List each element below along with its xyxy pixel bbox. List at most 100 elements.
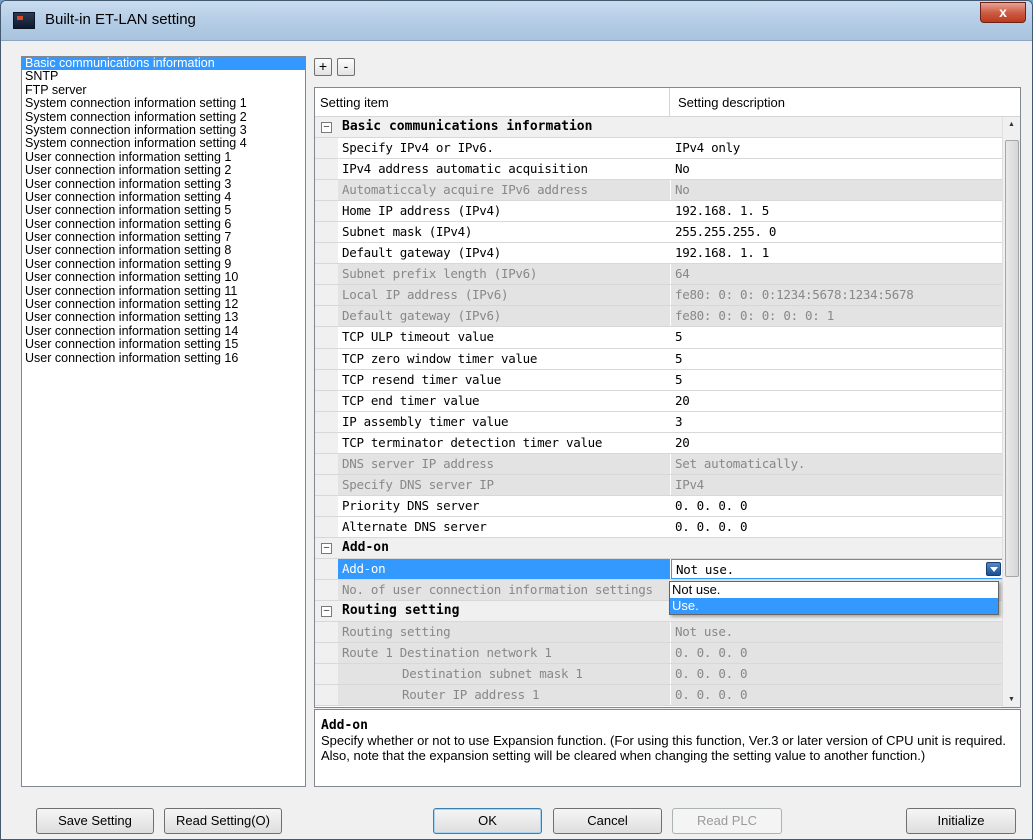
tree-item[interactable]: User connection information setting 3 xyxy=(22,178,305,191)
setting-row[interactable]: Default gateway (IPv6) fe80: 0: 0: 0: 0: … xyxy=(315,306,1004,328)
setting-value[interactable]: 5 xyxy=(671,327,1004,347)
setting-value[interactable]: 192.168. 1. 1 xyxy=(671,243,1004,263)
tree-item[interactable]: System connection information setting 3 xyxy=(22,124,305,137)
setting-value[interactable]: 20 xyxy=(671,433,1004,453)
setting-name: DNS server IP address xyxy=(338,453,670,474)
setting-row[interactable]: Router IP address 1 0. 0. 0. 0 xyxy=(315,685,1004,707)
tree-item[interactable]: Basic communications information xyxy=(22,57,305,71)
setting-row[interactable]: Default gateway (IPv4) 192.168. 1. 1 xyxy=(315,243,1004,265)
setting-name: TCP zero window timer value xyxy=(342,350,538,366)
setting-name: Add-on xyxy=(338,558,670,579)
row-gutter xyxy=(315,495,338,516)
category-row[interactable]: − Basic communications information xyxy=(315,117,1004,139)
collapse-all-button[interactable]: - xyxy=(337,58,355,76)
tree-item[interactable]: FTP server xyxy=(22,84,305,97)
setting-name: Default gateway (IPv6) xyxy=(338,306,670,327)
setting-value[interactable]: 5 xyxy=(671,370,1004,390)
setting-row[interactable]: Specify DNS server IP IPv4 xyxy=(315,474,1004,496)
collapse-toggle-icon[interactable]: − xyxy=(321,542,332,554)
tree-item[interactable]: User connection information setting 11 xyxy=(22,285,305,298)
dropdown-arrow-icon[interactable] xyxy=(986,561,1001,576)
row-gutter xyxy=(315,285,338,306)
setting-row[interactable]: IP assembly timer value 3 xyxy=(315,411,1004,433)
scroll-down-arrow-icon[interactable]: ▼ xyxy=(1008,696,1015,703)
setting-value[interactable]: IPv4 only xyxy=(671,138,1004,158)
setting-value[interactable]: 20 xyxy=(671,391,1004,411)
row-gutter xyxy=(315,453,338,474)
tree-item[interactable]: User connection information setting 5 xyxy=(22,204,305,217)
tree-item[interactable]: SNTP xyxy=(22,70,305,83)
setting-row[interactable]: Priority DNS server 0. 0. 0. 0 xyxy=(315,495,1004,517)
tree-item[interactable]: User connection information setting 8 xyxy=(22,244,305,257)
expand-all-button[interactable]: + xyxy=(314,58,332,76)
setting-row[interactable]: TCP resend timer value 5 xyxy=(315,369,1004,391)
tree-item[interactable]: User connection information setting 1 xyxy=(22,151,305,164)
save-setting-button[interactable]: Save Setting xyxy=(36,808,154,834)
setting-value[interactable]: 255.255.255. 0 xyxy=(671,222,1004,242)
tree-item[interactable]: System connection information setting 1 xyxy=(22,97,305,110)
tree-item[interactable]: System connection information setting 4 xyxy=(22,137,305,150)
setting-row[interactable]: Subnet mask (IPv4) 255.255.255. 0 xyxy=(315,222,1004,244)
addon-select[interactable]: Not use. xyxy=(671,558,1004,579)
setting-value[interactable]: 0. 0. 0. 0 xyxy=(671,517,1004,537)
setting-name: TCP resend timer value xyxy=(342,371,501,387)
read-plc-button[interactable]: Read PLC xyxy=(672,808,782,834)
tree-item[interactable]: User connection information setting 15 xyxy=(22,338,305,351)
setting-row[interactable]: IPv4 address automatic acquisition No xyxy=(315,159,1004,181)
setting-row[interactable]: TCP terminator detection timer value 20 xyxy=(315,432,1004,454)
grid-scrollbar[interactable]: ▲ ▼ xyxy=(1002,117,1020,707)
setting-row[interactable]: TCP zero window timer value 5 xyxy=(315,348,1004,370)
dropdown-option[interactable]: Use. xyxy=(670,598,998,614)
setting-row[interactable]: Destination subnet mask 1 0. 0. 0. 0 xyxy=(315,664,1004,686)
tree-item[interactable]: User connection information setting 4 xyxy=(22,191,305,204)
setting-row[interactable]: Home IP address (IPv4) 192.168. 1. 5 xyxy=(315,201,1004,223)
tree-item[interactable]: User connection information setting 13 xyxy=(22,311,305,324)
dropdown-option[interactable]: Not use. xyxy=(670,582,998,598)
header-divider xyxy=(669,88,670,117)
setting-name: Specify IPv4 or IPv6. xyxy=(342,140,494,156)
setting-name: TCP ULP timeout value xyxy=(342,329,494,345)
setting-value: 0. 0. 0. 0 xyxy=(671,664,1004,685)
grid-header: Setting item Setting description xyxy=(315,88,1020,117)
tree-item[interactable]: System connection information setting 2 xyxy=(22,111,305,124)
setting-row[interactable]: TCP ULP timeout value 5 xyxy=(315,327,1004,349)
tree-item[interactable]: User connection information setting 6 xyxy=(22,218,305,231)
setting-value[interactable]: 0. 0. 0. 0 xyxy=(671,496,1004,516)
tree-item[interactable]: User connection information setting 12 xyxy=(22,298,305,311)
et-lan-setting-dialog: Built-in ET-LAN setting x Basic communic… xyxy=(0,0,1033,840)
category-row[interactable]: − Add-on xyxy=(315,537,1004,559)
setting-row[interactable]: Alternate DNS server 0. 0. 0. 0 xyxy=(315,516,1004,538)
setting-value: 0. 0. 0. 0 xyxy=(671,685,1004,706)
scroll-up-arrow-icon[interactable]: ▲ xyxy=(1008,121,1015,128)
collapse-toggle-icon[interactable]: − xyxy=(321,606,332,618)
setting-row[interactable]: Local IP address (IPv6) fe80: 0: 0: 0:123… xyxy=(315,285,1004,307)
setting-value[interactable]: 192.168. 1. 5 xyxy=(671,201,1004,221)
ok-button[interactable]: OK xyxy=(433,808,542,834)
tree-item[interactable]: User connection information setting 9 xyxy=(22,258,305,271)
setting-row[interactable]: Route 1 Destination network 1 0. 0. 0. 0 xyxy=(315,643,1004,665)
setting-value[interactable]: No xyxy=(671,159,1004,179)
setting-value[interactable]: 3 xyxy=(671,412,1004,432)
setting-row[interactable]: TCP end timer value 20 xyxy=(315,390,1004,412)
tree-item[interactable]: User connection information setting 10 xyxy=(22,271,305,284)
tree-item[interactable]: User connection information setting 16 xyxy=(22,352,305,365)
setting-row[interactable]: Automaticcaly acquire IPv6 address No xyxy=(315,180,1004,202)
setting-value: 0. 0. 0. 0 xyxy=(671,643,1004,664)
setting-row[interactable]: Add-on Not use. xyxy=(315,558,1004,581)
scroll-thumb[interactable] xyxy=(1005,140,1019,577)
cancel-button[interactable]: Cancel xyxy=(553,808,662,834)
row-gutter xyxy=(315,159,338,180)
setting-row[interactable]: DNS server IP address Set automatically. xyxy=(315,453,1004,475)
setting-row[interactable]: Subnet prefix length (IPv6) 64 xyxy=(315,264,1004,286)
close-button[interactable]: x xyxy=(980,2,1026,23)
tree-item[interactable]: User connection information setting 14 xyxy=(22,325,305,338)
collapse-toggle-icon[interactable]: − xyxy=(321,122,332,133)
read-setting-button[interactable]: Read Setting(O) xyxy=(164,808,282,834)
setting-row[interactable]: Specify IPv4 or IPv6. IPv4 only xyxy=(315,138,1004,160)
title-bar[interactable]: Built-in ET-LAN setting x xyxy=(1,1,1032,41)
tree-item[interactable]: User connection information setting 2 xyxy=(22,164,305,177)
tree-item[interactable]: User connection information setting 7 xyxy=(22,231,305,244)
setting-row[interactable]: Routing setting Not use. xyxy=(315,622,1004,644)
setting-value[interactable]: 5 xyxy=(671,349,1004,369)
initialize-button[interactable]: Initialize xyxy=(906,808,1016,834)
